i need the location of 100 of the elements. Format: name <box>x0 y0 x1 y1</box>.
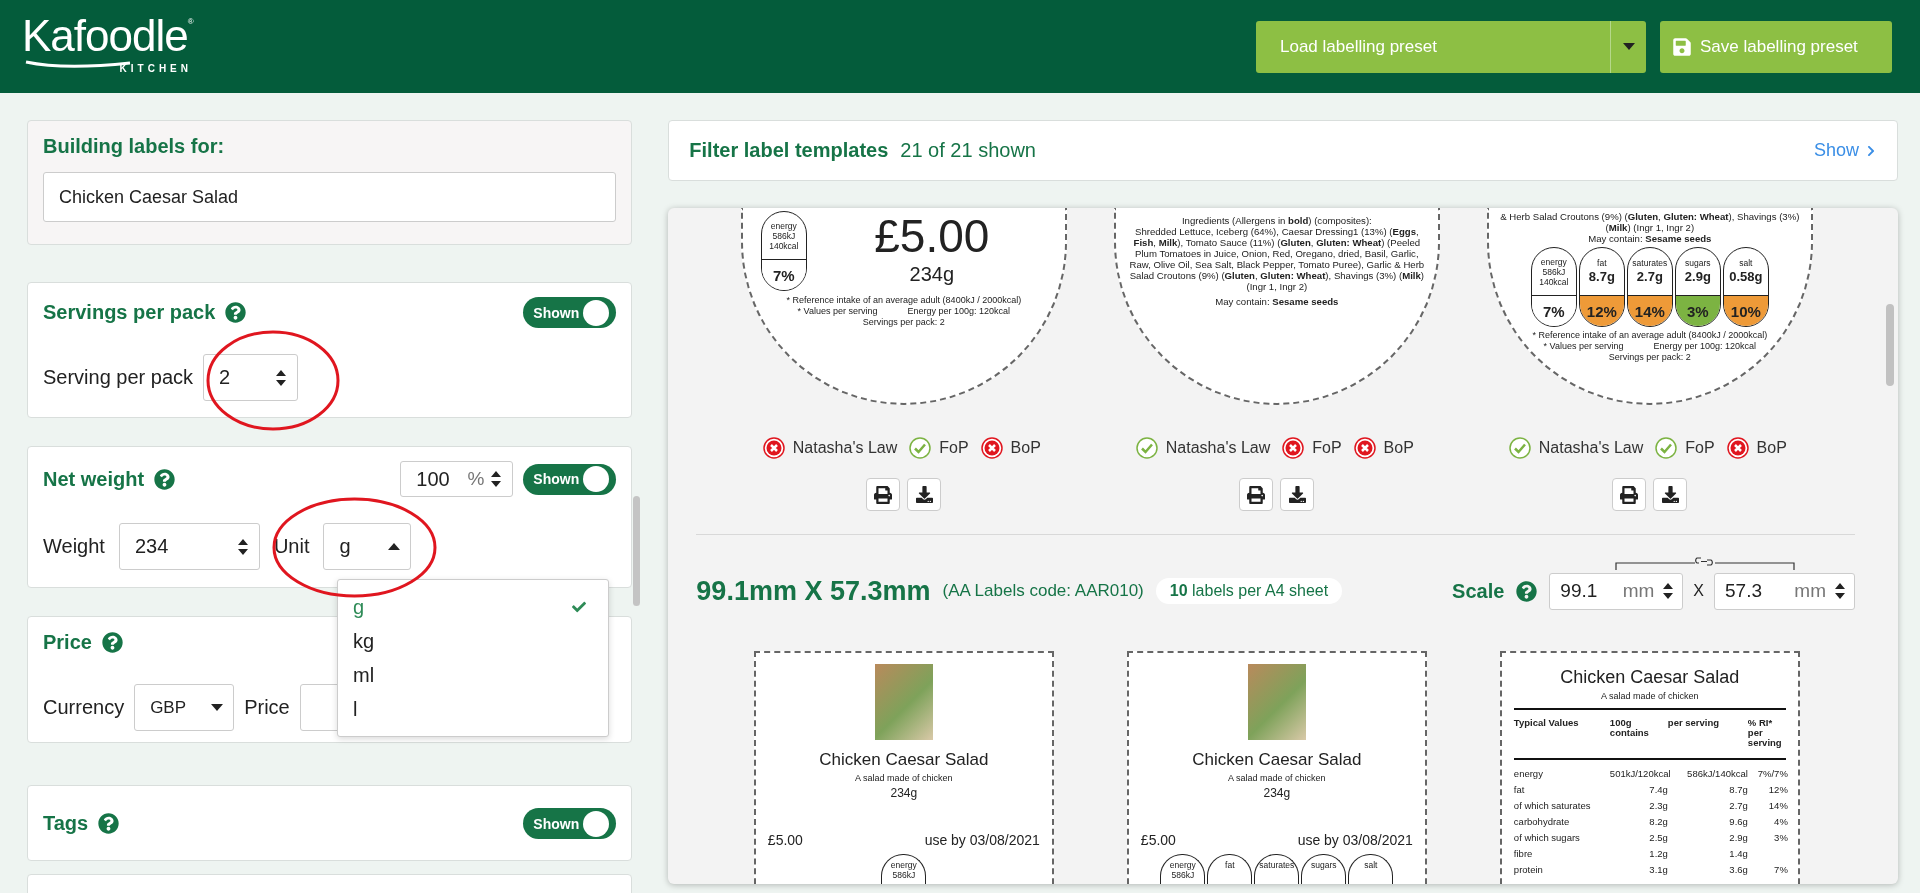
labels-per-sheet: 10 labels per A4 sheet <box>1155 578 1343 604</box>
nutrient-value: 140kcal <box>769 240 799 251</box>
table-cell-text: energy <box>1513 768 1544 779</box>
save-icon <box>1672 36 1692 57</box>
table-cell-text: 2.9g <box>1728 832 1748 843</box>
help-icon[interactable] <box>1516 580 1538 602</box>
percent-input[interactable]: 100 % <box>400 461 514 497</box>
nutrient-name: saturates <box>1259 860 1295 870</box>
help-icon[interactable] <box>225 302 247 323</box>
nutrient-value: 2.9g <box>1684 268 1711 285</box>
registered-mark: ® <box>187 17 194 26</box>
table-cell: 501kJ/120kcal <box>1609 768 1668 779</box>
table-cell-text: 2.5g <box>1648 832 1668 843</box>
download-icon <box>1661 486 1679 503</box>
table-cell-text: 9.6g <box>1728 816 1748 827</box>
width-input[interactable]: 99.1 mm <box>1549 572 1684 610</box>
compliance-label: FoP <box>1685 439 1715 457</box>
product-title: Chicken Caesar Salad <box>819 750 989 770</box>
nutrient-name: energy <box>770 220 797 231</box>
help-icon[interactable] <box>154 468 176 490</box>
visibility-toggle[interactable]: Shown <box>523 463 617 495</box>
nutrient-name: salt <box>1364 860 1378 870</box>
unit-option[interactable]: l <box>338 692 608 726</box>
table-cell-text: fibre <box>1513 848 1534 859</box>
table-cell-text: protein <box>1513 864 1544 875</box>
column-header: 100g contains <box>1609 718 1650 740</box>
nutrient-value: 586kJ <box>772 230 796 241</box>
visibility-toggle[interactable]: Shown <box>523 808 617 839</box>
download-button[interactable] <box>1653 478 1688 511</box>
download-button[interactable] <box>907 478 942 511</box>
table-cell-text: 12% <box>1767 784 1788 795</box>
currency-select[interactable]: GBP <box>134 684 235 731</box>
show-link[interactable]: Show <box>1813 140 1877 161</box>
unit-option[interactable]: kg <box>338 624 608 658</box>
servings-input[interactable]: 2 <box>203 354 299 401</box>
field-label: Currency <box>43 696 125 719</box>
may-contain-text: May contain: Sesame seeds <box>1215 296 1339 307</box>
spinner-arrows-icon[interactable] <box>1834 582 1846 600</box>
product-title: Chicken Caesar Salad <box>1560 667 1740 688</box>
use-by-date: use by 03/08/2021 <box>1297 832 1413 848</box>
percent-value: 3% <box>1675 296 1720 326</box>
unit-text: mm <box>1622 580 1655 602</box>
print-button[interactable] <box>866 478 901 511</box>
link-bracket-drawing[interactable] <box>1615 556 1796 571</box>
check-icon <box>572 600 586 614</box>
unit-text: % <box>467 468 485 490</box>
print-button[interactable] <box>1239 478 1274 511</box>
nutrient-value: 586kJ <box>892 870 916 880</box>
compliance-label: Natasha's Law <box>792 439 898 457</box>
table-cell-text: 7.4g <box>1648 784 1668 795</box>
may-contain-text: May contain: Sesame seeds <box>1588 233 1712 244</box>
nutrient-name: saturates <box>1632 258 1668 268</box>
spinner-arrows-icon[interactable] <box>275 368 288 387</box>
download-button[interactable] <box>1280 478 1315 511</box>
ingredients-text: Shredded Lettuce, Iceberg (64%), Caesar Dressing1 (13%) (Eggs, Fish, Milk), Tomato Sauce (11%) (Gluten, Gluten: Wheat) (Peeled Plum Tomatoes in Juice, Onion, Red, Oregano, dried, Basil, Garlic, Raw, Olive Oil, Sea Salt, Black Pepper, Tomato Puree), Garlic & Herb Salad Croutons (9%) (Gluten, Gluten: Wheat), Shavings (3%) (Milk) (Ingr 1, Ingr 2) <box>1128 226 1426 292</box>
help-icon[interactable] <box>101 632 123 653</box>
weight-text: 234g <box>909 263 955 286</box>
section-title: Tags <box>43 812 89 835</box>
help-icon[interactable] <box>98 813 120 834</box>
field-label: Serving per pack <box>43 366 194 389</box>
weight-input[interactable]: 234 <box>118 523 260 570</box>
spinner-arrows-icon[interactable] <box>1662 582 1675 600</box>
table-cell-text: 7% <box>1773 864 1788 875</box>
table-cell-text: 3% <box>1773 832 1788 843</box>
print-button[interactable] <box>1612 478 1647 511</box>
compliance-label: BoP <box>1383 439 1414 457</box>
table-cell-text: of which sugars <box>1513 832 1581 843</box>
nutrient-name: salt <box>1739 258 1753 268</box>
column-header: per serving <box>1667 718 1721 730</box>
download-icon <box>915 486 933 503</box>
section-title: Net weight <box>43 467 145 491</box>
nutrient-name: energy <box>1169 860 1196 870</box>
unit-select[interactable]: g <box>323 523 412 570</box>
nutrient-value: 586kJ <box>1542 266 1566 277</box>
compliance-label: BoP <box>1010 439 1041 457</box>
spinner-arrows-icon[interactable] <box>490 470 503 488</box>
nutrient-name: fat <box>1597 258 1607 268</box>
height-input[interactable]: 57.3 mm <box>1714 572 1855 610</box>
unit-option[interactable]: g <box>338 590 608 624</box>
recipe-name-field[interactable]: Chicken Caesar Salad <box>43 172 617 222</box>
printer-icon <box>1247 485 1266 504</box>
price-text: £5.00 <box>1140 832 1176 848</box>
section-title: Servings per pack <box>43 301 216 324</box>
table-cell-text: 3.6g <box>1728 864 1748 875</box>
percent-value: 14% <box>1627 296 1672 326</box>
template-count: 21 of 21 shown <box>900 139 1036 162</box>
table-cell-text: 8.7g <box>1728 784 1748 795</box>
compliance-label: FoP <box>1312 439 1342 457</box>
percent-value: 12% <box>1579 296 1624 326</box>
label-code: (AA Labels code: AAR010) <box>942 581 1144 601</box>
visibility-toggle[interactable]: Shown <box>523 297 617 328</box>
footnote: * Reference intake of an average adult (8400kJ / 2000kcal) <box>1532 330 1768 341</box>
unit-option[interactable]: ml <box>338 658 608 692</box>
footnote: Energy per 100g: 120kcal <box>907 306 1011 317</box>
table-cell-text: 8.2g <box>1648 816 1668 827</box>
caret-down-icon <box>211 704 224 711</box>
footnote: Energy per 100g: 120kcal <box>1653 341 1757 352</box>
table-cell-text: 2.7g <box>1728 800 1748 811</box>
table-cell-text: fat <box>1513 784 1526 795</box>
spinner-arrows-icon[interactable] <box>236 537 249 556</box>
